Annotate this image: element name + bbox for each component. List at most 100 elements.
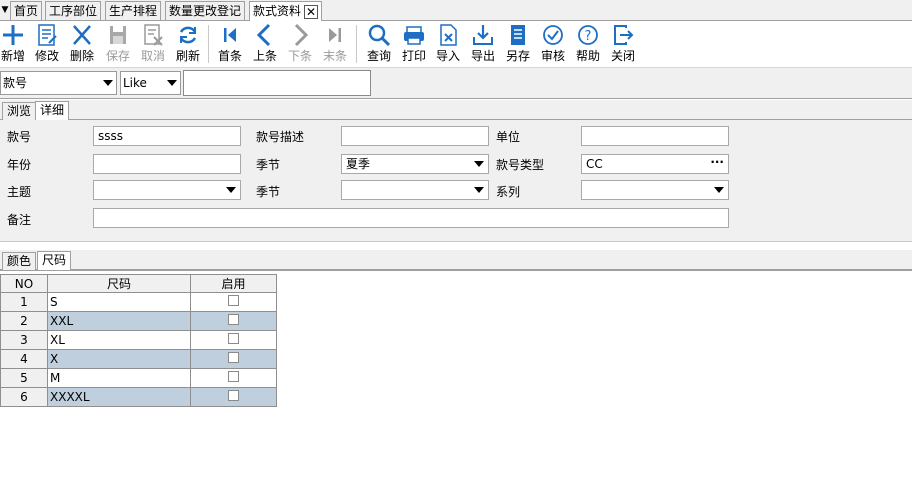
filter-field-select[interactable]: 款号 [0, 71, 117, 95]
series-select[interactable] [581, 180, 729, 200]
next-label: 下条 [287, 49, 312, 63]
style-no-value: ssss [98, 129, 124, 143]
help-label: 帮助 [575, 49, 600, 63]
size-grid: NO 尺码 启用 1 S 2 XXL 3 XL 4 X 5 M 6 XXXXL [0, 274, 277, 407]
table-row[interactable]: 2 XXL [0, 311, 277, 331]
col-header-no[interactable]: NO [0, 274, 48, 293]
table-row[interactable]: 6 XXXXL [0, 387, 277, 407]
tab-style-info[interactable]: 款式资料 ✕ [249, 1, 323, 21]
query-label: 查询 [366, 49, 391, 63]
tab-browse[interactable]: 浏览 [2, 102, 37, 121]
enabled-checkbox[interactable] [228, 390, 239, 401]
remark-label: 备注 [7, 213, 32, 227]
table-row[interactable]: 3 XL [0, 330, 277, 350]
printer-icon [404, 26, 424, 45]
ellipsis-icon[interactable]: ··· [710, 153, 724, 171]
detail-tab-bar: 颜色 尺码 [0, 250, 912, 271]
chevron-down-icon [474, 161, 484, 167]
tab-scroll-icon[interactable]: ▼ [0, 2, 10, 18]
row-number: 4 [0, 349, 48, 369]
size-cell[interactable]: X [47, 349, 191, 369]
size-cell[interactable]: XXXXL [47, 387, 191, 407]
table-row[interactable]: 1 S [0, 292, 277, 312]
import-excel-icon [440, 24, 457, 46]
refresh-button[interactable]: 刷新 [174, 22, 202, 66]
size-cell[interactable]: XXL [47, 311, 191, 331]
size-cell[interactable]: M [47, 368, 191, 388]
audit-button[interactable]: 审核 [539, 22, 567, 66]
import-label: 导入 [435, 49, 460, 63]
size-cell[interactable]: S [47, 292, 191, 312]
save-button[interactable]: 保存 [104, 22, 132, 66]
tab-quantity-change[interactable]: 数量更改登记 [165, 1, 246, 20]
tab-label: 生产排程 [109, 4, 158, 18]
tab-home[interactable]: 首页 [10, 1, 43, 20]
prev-record-button[interactable]: 上条 [251, 22, 279, 66]
new-button[interactable]: 新增 [0, 22, 26, 66]
search-icon [368, 24, 391, 47]
enabled-checkbox[interactable] [228, 333, 239, 344]
chevron-down-icon [226, 187, 236, 193]
save-disk-icon [110, 26, 126, 44]
year-input[interactable] [93, 154, 241, 174]
delete-button[interactable]: 删除 [68, 22, 96, 66]
import-button[interactable]: 导入 [434, 22, 462, 66]
style-no-input[interactable]: ssss [93, 126, 241, 146]
filter-operator-select[interactable]: Like [120, 71, 181, 95]
style-type-lookup[interactable]: CC ··· [581, 154, 729, 174]
remark-input[interactable] [93, 208, 729, 228]
season-select[interactable]: 夏季 [341, 154, 489, 174]
size-grid-panel: NO 尺码 启用 1 S 2 XXL 3 XL 4 X 5 M 6 XXXXL [0, 270, 912, 491]
tab-colors[interactable]: 颜色 [2, 252, 37, 271]
first-record-button[interactable]: 首条 [216, 22, 244, 66]
table-row[interactable]: 4 X [0, 349, 277, 369]
size-cell[interactable]: XL [47, 330, 191, 350]
season2-select[interactable] [341, 180, 489, 200]
style-desc-input[interactable] [341, 126, 489, 146]
enabled-checkbox[interactable] [228, 295, 239, 306]
row-number: 1 [0, 292, 48, 312]
filter-value-input[interactable] [183, 70, 371, 96]
row-number: 3 [0, 330, 48, 350]
col-header-enabled[interactable]: 启用 [190, 274, 277, 293]
close-label: 关闭 [610, 49, 635, 63]
close-button[interactable]: 关闭 [609, 22, 637, 66]
help-button[interactable]: ? 帮助 [574, 22, 602, 66]
table-row[interactable]: 5 M [0, 368, 277, 388]
print-button[interactable]: 打印 [400, 22, 428, 66]
style-type-label: 款号类型 [496, 158, 545, 172]
audit-label: 审核 [540, 49, 565, 63]
print-label: 打印 [401, 49, 426, 63]
col-header-size[interactable]: 尺码 [47, 274, 191, 293]
tab-label: 工序部位 [49, 4, 98, 18]
cancel-button[interactable]: 取消 [139, 22, 167, 66]
saveas-button[interactable]: 另存 [504, 22, 532, 66]
enabled-checkbox[interactable] [228, 314, 239, 325]
export-button[interactable]: 导出 [469, 22, 497, 66]
edit-button[interactable]: 修改 [33, 22, 61, 66]
chevron-down-icon [167, 80, 177, 86]
saveas-label: 另存 [505, 49, 530, 63]
tab-label: 款式资料 [253, 4, 302, 18]
tab-production-schedule[interactable]: 生产排程 [105, 1, 162, 20]
style-no-label: 款号 [7, 130, 32, 144]
tab-label: 数量更改登记 [169, 4, 242, 18]
enabled-checkbox[interactable] [228, 352, 239, 363]
edit-document-icon [38, 24, 57, 46]
next-record-button[interactable]: 下条 [286, 22, 314, 66]
last-record-button[interactable]: 末条 [321, 22, 349, 66]
tab-label: 颜色 [7, 254, 32, 268]
tab-process-parts[interactable]: 工序部位 [45, 1, 102, 20]
edit-label: 修改 [34, 49, 59, 63]
query-button[interactable]: 查询 [364, 22, 394, 66]
close-tab-icon[interactable]: ✕ [304, 4, 319, 19]
tab-sizes[interactable]: 尺码 [37, 251, 72, 271]
unit-input[interactable] [581, 126, 729, 146]
tab-detail[interactable]: 详细 [35, 101, 70, 121]
tab-label: 尺码 [42, 253, 67, 267]
enabled-cell [190, 349, 277, 369]
year-label: 年份 [7, 158, 32, 172]
enabled-checkbox[interactable] [228, 371, 239, 382]
chevron-down-icon [474, 187, 484, 193]
theme-select[interactable] [93, 180, 241, 200]
